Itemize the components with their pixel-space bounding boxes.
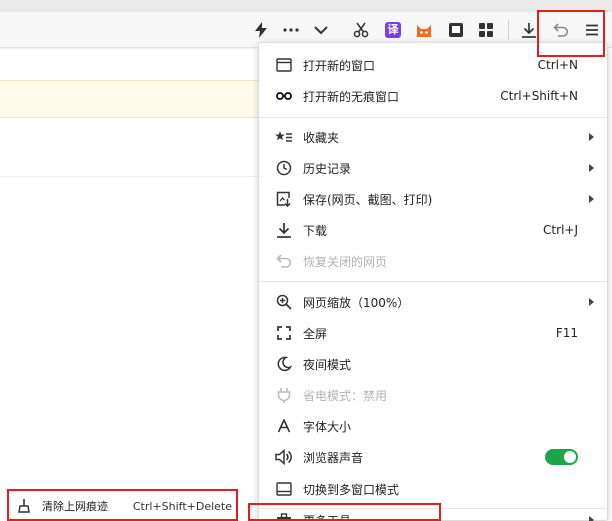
page-divider [0,48,260,49]
speaker-icon [275,448,293,466]
menu-item-bookmarks[interactable]: 收藏夹 [259,122,607,152]
menu-item-label: 浏览器声音 [303,450,364,465]
submenu-arrow-icon [589,133,594,141]
clock-icon [275,159,293,177]
menu-item-label: 收藏夹 [303,130,340,145]
menu-item-label: 下载 [303,223,328,238]
submenu-arrow-icon [589,195,594,203]
highlight-box-clear-history [7,489,238,521]
menu-item-shortcut: Ctrl+N [537,58,578,72]
incognito-icon [275,87,293,105]
restore-icon [275,252,293,270]
lightning-icon[interactable] [250,19,272,41]
toggle-knob [564,451,576,463]
menu-item-label: 网页缩放（100%） [303,295,410,310]
submenu-arrow-icon [589,164,594,172]
menu-item-label: 省电模式：禁用 [303,388,388,403]
menu-separator [259,117,607,118]
menu-item-history[interactable]: 历史记录 [259,153,607,183]
scissors-icon[interactable] [350,19,372,41]
sound-toggle[interactable] [545,449,578,465]
plug-icon [275,386,293,404]
menu-item-label: 全屏 [303,326,328,341]
font-size-icon [275,417,293,435]
menu-item-incognito-window[interactable]: 打开新的无痕窗口 Ctrl+Shift+N [259,81,607,111]
page-divider [0,176,260,177]
window-top-strip [0,0,612,12]
menu-item-save[interactable]: 保存(网页、截图、打印) [259,184,607,214]
cat-extension-icon[interactable] [413,19,435,41]
menu-item-label: 历史记录 [303,161,352,176]
highlight-box-toolbar [537,10,605,57]
menu-item-browser-sound[interactable]: 浏览器声音 [259,442,607,472]
menu-item-shortcut: Ctrl+J [543,223,578,237]
menu-item-label: 夜间模式 [303,357,352,372]
menu-item-label: 保存(网页、截图、打印) [303,192,433,207]
fullscreen-icon [275,324,293,342]
reader-icon[interactable] [445,19,467,41]
save-page-icon [275,190,293,208]
menu-item-fullscreen[interactable]: 全屏 F11 [259,318,607,348]
chevron-down-icon[interactable] [310,19,332,41]
main-menu: 打开新的窗口 Ctrl+N 打开新的无痕窗口 Ctrl+Shift+N 收藏夹 … [258,42,608,521]
menu-item-power-saving: 省电模式：禁用 [259,380,607,410]
moon-icon [275,355,293,373]
menu-item-label: 打开新的窗口 [303,58,376,73]
menu-item-restore-closed: 恢复关闭的网页 [259,246,607,276]
highlight-box-more-tools [248,503,441,521]
menu-item-downloads[interactable]: 下载 Ctrl+J [259,215,607,245]
translate-glyph: 译 [385,22,401,38]
menu-item-label: 字体大小 [303,419,352,434]
menu-item-shortcut: F11 [555,326,578,340]
toolbar-divider [508,20,509,40]
multi-window-icon [275,480,293,498]
more-icon[interactable] [280,19,302,41]
window-icon [275,56,293,74]
menu-item-multi-window[interactable]: 切换到多窗口模式 [259,474,607,504]
menu-item-label: 打开新的无痕窗口 [303,89,400,104]
menu-item-font-size[interactable]: 字体大小 [259,411,607,441]
submenu-arrow-icon [589,516,594,521]
submenu-arrow-icon [589,298,594,306]
menu-item-label: 恢复关闭的网页 [303,254,388,269]
page-notice-bar [0,80,260,118]
menu-separator [259,281,607,282]
download-icon [275,221,293,239]
apps-grid-icon[interactable] [475,19,497,41]
menu-item-shortcut: Ctrl+Shift+N [500,89,578,103]
zoom-icon [275,293,293,311]
menu-item-label: 切换到多窗口模式 [303,482,400,497]
menu-item-zoom[interactable]: 网页缩放（100%） [259,287,607,317]
menu-item-night-mode[interactable]: 夜间模式 [259,349,607,379]
star-list-icon [275,128,293,146]
translate-icon[interactable]: 译 [382,19,404,41]
